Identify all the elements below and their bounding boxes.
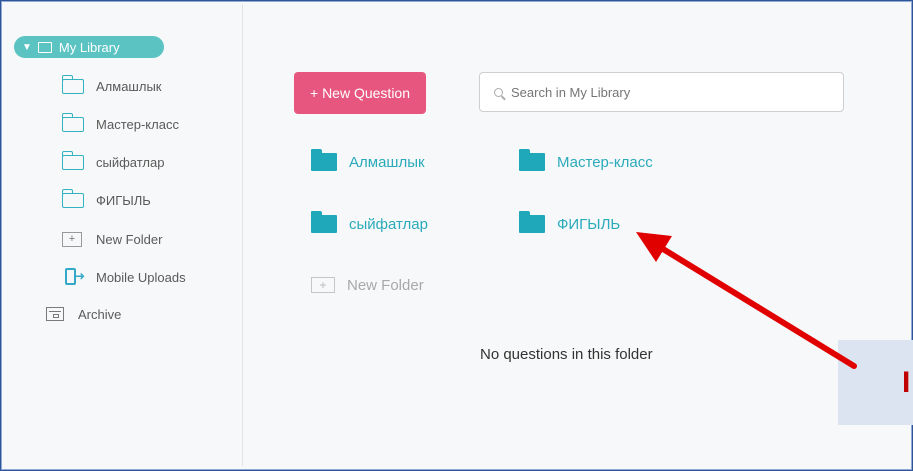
arrow-shaft <box>647 238 857 369</box>
arrow-head <box>636 232 672 262</box>
annotation-arrow <box>636 232 857 369</box>
